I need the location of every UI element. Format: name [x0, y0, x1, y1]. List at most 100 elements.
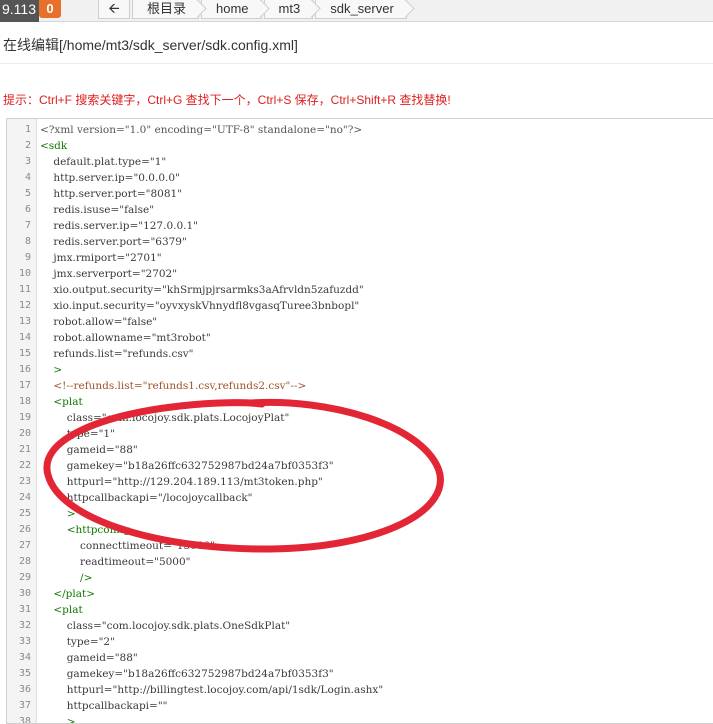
line-number: 4	[24, 172, 31, 183]
code-line[interactable]: 8 redis.server.port="6379"	[7, 234, 713, 250]
line-number: 34	[18, 652, 31, 663]
line-text: type="2"	[40, 636, 115, 648]
line-text: xio.input.security="oyvxyskVhnydfl8vgasq…	[40, 300, 360, 312]
breadcrumb-mt3[interactable]: mt3	[263, 0, 314, 19]
line-number: 21	[18, 444, 31, 455]
code-line[interactable]: 23 httpurl="http://129.204.189.113/mt3to…	[7, 474, 713, 490]
line-number: 10	[18, 268, 31, 279]
line-text: gameid="88"	[40, 444, 138, 456]
line-text: jmx.serverport="2702"	[40, 268, 178, 280]
line-text: httpurl="http://129.204.189.113/mt3token…	[40, 476, 323, 488]
notification-badge[interactable]: 0	[39, 0, 61, 18]
code-line[interactable]: 34 gameid="88"	[7, 650, 713, 666]
code-line[interactable]: 25 >	[7, 506, 713, 522]
code-line[interactable]: 18 <plat	[7, 394, 713, 410]
code-line[interactable]: 12 xio.input.security="oyvxyskVhnydfl8vg…	[7, 298, 713, 314]
code-line[interactable]: 35 gamekey="b18a26ffc632752987bd24a7bf03…	[7, 666, 713, 682]
code-line[interactable]: 26 <httpconfig	[7, 522, 713, 538]
line-number: 30	[18, 588, 31, 599]
line-number: 6	[24, 204, 31, 215]
line-number: 11	[18, 284, 31, 295]
code-line[interactable]: 21 gameid="88"	[7, 442, 713, 458]
code-lines: 1 <?xml version="1.0" encoding="UTF-8" st…	[7, 122, 713, 724]
line-text: robot.allow="false"	[40, 316, 158, 328]
line-number: 38	[18, 716, 31, 724]
line-text: redis.server.ip="127.0.0.1"	[40, 220, 198, 232]
code-line[interactable]: 19 class="com.locojoy.sdk.plats.LocojoyP…	[7, 410, 713, 426]
line-text: <?xml version="1.0" encoding="UTF-8" sta…	[40, 124, 363, 136]
line-number: 3	[24, 156, 31, 167]
line-text: httpcallbackapi=""	[40, 700, 168, 712]
code-line[interactable]: 28 readtimeout="5000"	[7, 554, 713, 570]
line-number: 26	[18, 524, 31, 535]
line-text: redis.server.port="6379"	[40, 236, 187, 248]
code-line[interactable]: 38 >	[7, 714, 713, 724]
line-text: <sdk	[40, 140, 68, 152]
back-button[interactable]: 🡨	[98, 0, 130, 19]
code-editor[interactable]: 1 <?xml version="1.0" encoding="UTF-8" st…	[6, 118, 713, 724]
breadcrumb-sdk-server[interactable]: sdk_server	[315, 0, 407, 19]
line-number: 37	[18, 700, 31, 711]
breadcrumb-home[interactable]: home	[201, 0, 262, 19]
line-text: <httpconfig	[40, 524, 131, 536]
breadcrumb-root[interactable]: 根目录	[132, 0, 200, 19]
code-line[interactable]: 6 redis.isuse="false"	[7, 202, 713, 218]
line-text: httpcallbackapi="/locojoycallback"	[40, 492, 253, 504]
line-text: connecttimeout="15000"	[40, 540, 216, 552]
code-line[interactable]: 15 refunds.list="refunds.csv"	[7, 346, 713, 362]
code-line[interactable]: 14 robot.allowname="mt3robot"	[7, 330, 713, 346]
code-line[interactable]: 20 type="1"	[7, 426, 713, 442]
code-line[interactable]: 17 <!--refunds.list="refunds1.csv,refund…	[7, 378, 713, 394]
code-line[interactable]: 24 httpcallbackapi="/locojoycallback"	[7, 490, 713, 506]
line-text: gamekey="b18a26ffc632752987bd24a7bf0353f…	[40, 460, 334, 472]
line-number: 5	[24, 188, 31, 199]
code-line[interactable]: 16 >	[7, 362, 713, 378]
line-text: >	[40, 508, 76, 520]
code-line[interactable]: 36 httpurl="http://billingtest.locojoy.c…	[7, 682, 713, 698]
line-text: http.server.ip="0.0.0.0"	[40, 172, 180, 184]
line-text: class="com.locojoy.sdk.plats.OneSdkPlat"	[40, 620, 291, 632]
line-text: />	[40, 572, 93, 584]
line-number: 32	[18, 620, 31, 631]
line-text: class="com.locojoy.sdk.plats.LocojoyPlat…	[40, 412, 290, 424]
code-line[interactable]: 37 httpcallbackapi=""	[7, 698, 713, 714]
code-line[interactable]: 22 gamekey="b18a26ffc632752987bd24a7bf03…	[7, 458, 713, 474]
code-line[interactable]: 33 type="2"	[7, 634, 713, 650]
line-number: 19	[18, 412, 31, 423]
line-text: refunds.list="refunds.csv"	[40, 348, 194, 360]
line-number: 28	[18, 556, 31, 567]
line-text: </plat>	[40, 588, 96, 600]
shortcut-hint: 提示：Ctrl+F 搜索关键字，Ctrl+G 查找下一个，Ctrl+S 保存，C…	[3, 93, 451, 107]
code-line[interactable]: 1 <?xml version="1.0" encoding="UTF-8" st…	[7, 122, 713, 138]
line-text: robot.allowname="mt3robot"	[40, 332, 211, 344]
line-number: 24	[18, 492, 31, 503]
server-ip-label: 9.113	[0, 0, 39, 22]
editor-file-title: 在线编辑[/home/mt3/sdk_server/sdk.config.xml…	[3, 37, 298, 53]
code-line[interactable]: 2 <sdk	[7, 138, 713, 154]
code-line[interactable]: 9 jmx.rmiport="2701"	[7, 250, 713, 266]
line-text: <plat	[40, 604, 83, 616]
line-number: 23	[18, 476, 31, 487]
line-text: >	[40, 716, 76, 724]
code-line[interactable]: 5 http.server.port="8081"	[7, 186, 713, 202]
line-text: <plat	[40, 396, 83, 408]
code-line[interactable]: 10 jmx.serverport="2702"	[7, 266, 713, 282]
code-line[interactable]: 29 />	[7, 570, 713, 586]
back-arrow-icon: 🡨	[108, 0, 120, 16]
code-line[interactable]: 13 robot.allow="false"	[7, 314, 713, 330]
code-line[interactable]: 4 http.server.ip="0.0.0.0"	[7, 170, 713, 186]
code-line[interactable]: 31 <plat	[7, 602, 713, 618]
line-number: 36	[18, 684, 31, 695]
code-line[interactable]: 27 connecttimeout="15000"	[7, 538, 713, 554]
line-number: 18	[18, 396, 31, 407]
code-line[interactable]: 3 default.plat.type="1"	[7, 154, 713, 170]
code-line[interactable]: 30 </plat>	[7, 586, 713, 602]
line-text: <!--refunds.list="refunds1.csv,refunds2.…	[40, 380, 307, 392]
line-number: 13	[18, 316, 31, 327]
line-number: 16	[18, 364, 31, 375]
line-text: >	[40, 364, 63, 376]
code-line[interactable]: 7 redis.server.ip="127.0.0.1"	[7, 218, 713, 234]
line-text: redis.isuse="false"	[40, 204, 155, 216]
code-line[interactable]: 32 class="com.locojoy.sdk.plats.OneSdkPl…	[7, 618, 713, 634]
code-line[interactable]: 11 xio.output.security="khSrmjpjrsarmks3…	[7, 282, 713, 298]
